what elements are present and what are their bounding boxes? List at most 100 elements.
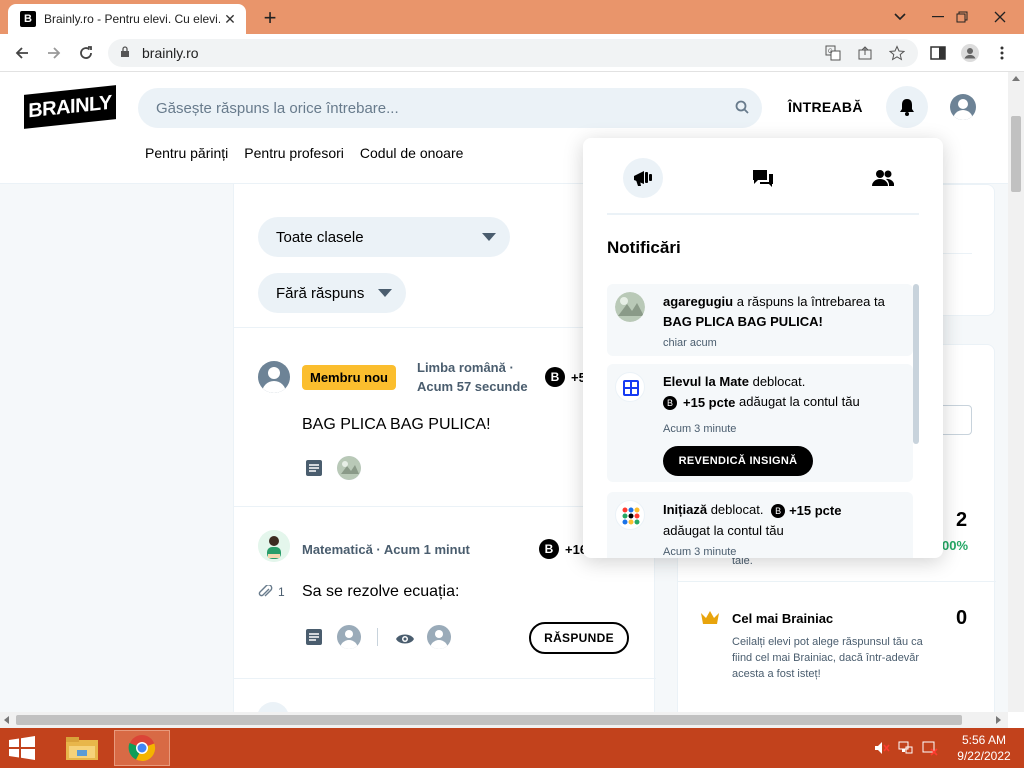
windows-start-icon[interactable] <box>8 736 36 760</box>
svg-text:G: G <box>828 49 833 55</box>
scrollbar-thumb[interactable] <box>1011 116 1021 192</box>
question-subject[interactable]: Matematică <box>302 542 373 557</box>
menu-dots-icon[interactable] <box>990 42 1014 64</box>
brainiac-title: Cel mai Brainiac <box>732 611 834 626</box>
brainly-favicon-icon: B <box>20 11 36 27</box>
question-author-avatar[interactable] <box>258 530 290 562</box>
scroll-up-icon[interactable] <box>1012 76 1020 81</box>
page-vertical-scrollbar[interactable] <box>1008 72 1024 712</box>
attachments-count: 1 <box>258 585 285 599</box>
tab-search-chevron-icon[interactable] <box>880 2 920 32</box>
close-window-icon[interactable] <box>980 2 1020 32</box>
notification-text: Elevul la Mate deblocat. B +15 pcte adăug… <box>663 372 907 413</box>
notification-item[interactable]: Elevul la Mate deblocat. B +15 pcte adăug… <box>607 364 913 482</box>
scroll-left-icon[interactable] <box>4 716 9 724</box>
paperclip-icon <box>258 585 273 597</box>
stat-value: 2 <box>956 509 968 531</box>
translate-icon[interactable]: G <box>820 39 846 67</box>
share-icon[interactable] <box>852 39 878 67</box>
speaker-muted-icon[interactable] <box>874 740 890 756</box>
tab-close-icon[interactable]: ✕ <box>220 11 240 28</box>
question-text[interactable]: Sa se rezolve ecuația: <box>302 583 459 601</box>
grade-filter-value: Toate clasele <box>276 228 364 246</box>
chat-icon <box>753 170 773 187</box>
question-text[interactable]: BAG PLICA BAG PULICA! <box>302 416 491 434</box>
status-filter-select[interactable]: Fără răspuns <box>258 273 406 313</box>
bookmark-star-icon[interactable] <box>884 39 910 67</box>
megaphone-icon <box>634 171 652 186</box>
subnav-teachers-link[interactable]: Pentru profesori <box>244 145 344 161</box>
browser-toolbar: brainly.ro G <box>0 34 1024 72</box>
chrome-taskbar-button[interactable] <box>114 730 170 766</box>
brainly-logo[interactable]: BRAINLY <box>24 85 116 129</box>
browser-tab[interactable]: B Brainly.ro - Pentru elevi. Cu elevi. ✕ <box>8 4 246 34</box>
chrome-icon <box>128 735 156 762</box>
profile-icon[interactable] <box>958 42 982 64</box>
reload-icon[interactable] <box>74 41 98 65</box>
eye-icon <box>396 634 414 644</box>
search-placeholder: Găsește răspuns la orice întrebare... <box>156 99 399 117</box>
notification-suffix: adăugat la contul tău <box>663 523 784 538</box>
side-panel-icon[interactable] <box>926 42 950 64</box>
notifications-button[interactable] <box>886 86 928 128</box>
ask-question-button[interactable]: ÎNTREABĂ <box>788 99 863 115</box>
subnav-parents-link[interactable]: Pentru părinți <box>145 145 228 161</box>
grade-filter-select[interactable]: Toate clasele <box>258 217 510 257</box>
search-icon[interactable] <box>734 99 750 115</box>
badge-name: Inițiază <box>663 502 708 517</box>
answerer-avatar <box>337 456 361 480</box>
user-avatar[interactable] <box>950 94 976 120</box>
forward-icon[interactable] <box>42 41 66 65</box>
claim-badge-button[interactable]: REVENDICĂ INSIGNĂ <box>663 446 813 476</box>
network-icon[interactable] <box>898 740 914 756</box>
question-time: Acum 1 minut <box>383 542 470 557</box>
file-explorer-taskbar-button[interactable] <box>54 730 110 766</box>
notification-suffix: adăugat la contul tău <box>735 394 860 409</box>
folder-icon <box>66 737 98 760</box>
notification-text: Inițiază deblocat. B +15 pcte adăugat la … <box>663 500 907 541</box>
restore-icon[interactable] <box>942 2 982 32</box>
search-input[interactable]: Găsește răspuns la orice întrebare... <box>138 88 762 128</box>
notification-user[interactable]: agaregugiu <box>663 294 733 309</box>
brainiac-desc: Ceilalți elevi pot alege răspunsul tău c… <box>732 636 923 680</box>
notification-item[interactable]: agaregugiu a răspuns la întrebarea ta BA… <box>607 284 913 356</box>
notification-item[interactable]: Inițiază deblocat. B +15 pcte adăugat la … <box>607 492 913 558</box>
initiate-badge-icon <box>615 500 645 530</box>
new-tab-icon[interactable]: + <box>258 5 282 31</box>
divider <box>377 628 378 646</box>
tab-title: Brainly.ro - Pentru elevi. Cu elevi. <box>44 12 220 26</box>
question-subject[interactable]: Limba română <box>417 360 506 375</box>
bell-icon <box>900 99 914 116</box>
system-clock[interactable]: 5:56 AM 9/22/2022 <box>952 732 1016 764</box>
address-bar[interactable]: brainly.ro G <box>108 39 918 67</box>
question-points: B +5 <box>545 367 586 387</box>
divider <box>234 678 656 679</box>
divider <box>678 581 996 582</box>
notifications-panel: Notificări agaregugiu a răspuns la între… <box>583 138 943 558</box>
answerer-avatar <box>337 625 361 649</box>
clock-date: 9/22/2022 <box>957 749 1011 763</box>
answer-button[interactable]: RĂSPUNDE <box>529 622 629 654</box>
question-time: Acum 57 secunde <box>417 379 528 394</box>
scroll-right-icon[interactable] <box>996 716 1001 724</box>
scrollbar-thumb[interactable] <box>16 715 962 725</box>
new-member-badge: Membru nou <box>302 365 396 390</box>
action-center-icon[interactable] <box>922 740 938 756</box>
notification-question[interactable]: BAG PLICA BAG PULICA! <box>663 314 823 329</box>
tab-messages[interactable] <box>743 158 783 198</box>
tab-friends[interactable] <box>863 158 903 198</box>
notification-message: deblocat. <box>748 374 806 389</box>
notification-points: +15 pcte <box>683 395 736 410</box>
question-author-avatar[interactable] <box>258 361 290 393</box>
tab-activity[interactable] <box>623 158 663 198</box>
subnav: Pentru părinți Pentru profesori Codul de… <box>145 145 463 161</box>
subnav-honor-code-link[interactable]: Codul de onoare <box>360 145 464 161</box>
back-icon[interactable] <box>10 41 34 65</box>
points-coin-icon: B <box>663 396 677 410</box>
notification-message: a răspuns la întrebarea ta <box>733 294 885 309</box>
notification-time: chiar acum <box>663 337 717 349</box>
page-horizontal-scrollbar[interactable] <box>0 712 1008 728</box>
windows-taskbar: 5:56 AM 9/22/2022 <box>0 728 1024 768</box>
notifications-scrollbar[interactable] <box>913 284 919 444</box>
badge-name: Elevul la Mate <box>663 374 749 389</box>
